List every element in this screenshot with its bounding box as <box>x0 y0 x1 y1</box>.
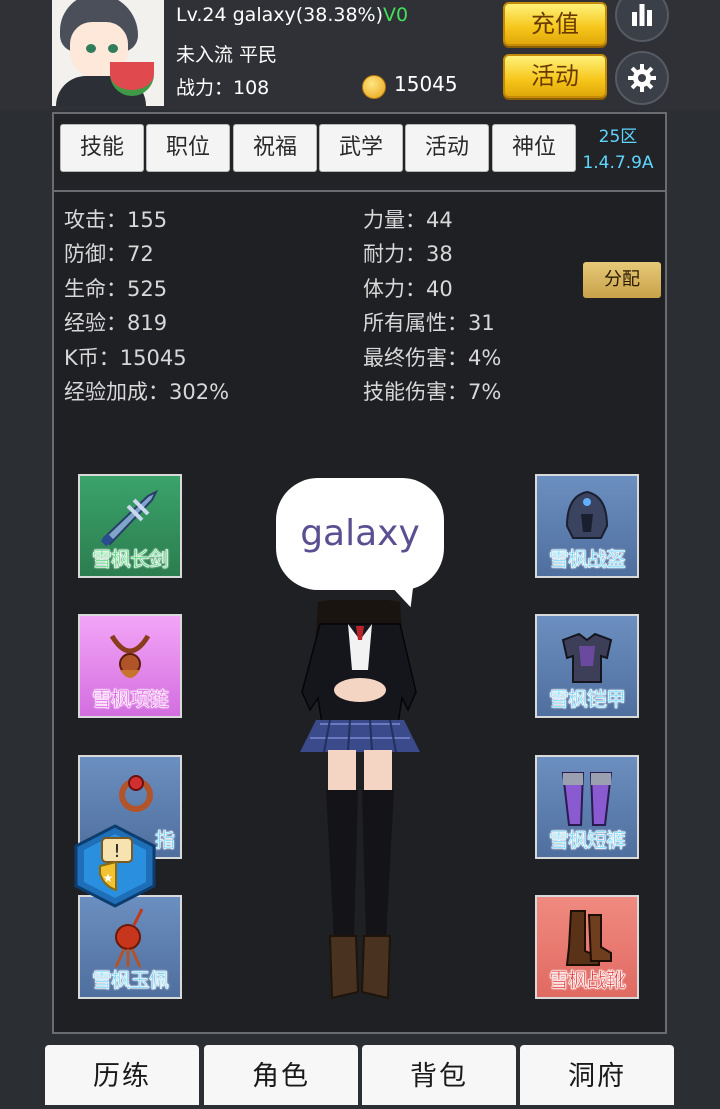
rank-line: 未入流 平民 <box>176 44 278 66</box>
equip-name: 雪枫项链 <box>92 687 170 712</box>
nav-character[interactable]: 角色 <box>204 1045 358 1105</box>
boots-icon <box>565 910 612 966</box>
stat-all-attr: 所有属性：31 <box>363 311 495 335</box>
equip-name: 雪枫战盔 <box>549 547 627 572</box>
armor-icon <box>561 632 613 683</box>
tab-godhood[interactable]: 神位 <box>492 124 576 172</box>
ring-icon <box>119 775 153 812</box>
leg-guards-icon <box>561 772 613 826</box>
svg-text:★: ★ <box>103 871 114 885</box>
equip-slot-pants[interactable]: 雪枫短裤 <box>535 755 639 859</box>
stat-hp: 生命：525 <box>64 277 168 301</box>
level-text: Lv.24 galaxy(38.38%) <box>176 4 383 26</box>
coin-balance: 15045 <box>394 72 458 96</box>
vip-level: V0 <box>383 4 409 26</box>
necklace-icon <box>109 634 151 678</box>
stat-defense: 防御：72 <box>64 242 154 266</box>
equip-slot-weapon[interactable]: 雪枫长剑 <box>78 474 182 578</box>
nav-inventory[interactable]: 背包 <box>362 1045 516 1105</box>
tab-blessing[interactable]: 祝福 <box>233 124 317 172</box>
power-line: 战力：108 <box>176 77 270 99</box>
character-model <box>300 600 420 1000</box>
stat-final-damage: 最终伤害：4% <box>363 346 502 370</box>
gear-icon <box>628 64 656 92</box>
events-button[interactable]: 活动 <box>503 54 607 98</box>
svg-text:!: ! <box>113 841 120 862</box>
stat-exp: 经验：819 <box>64 311 168 335</box>
server-info: 25区 1.4.7.9A <box>574 124 662 176</box>
quest-badge-icon[interactable]: ! ★ <box>72 824 158 908</box>
equip-slot-necklace[interactable]: 雪枫项链 <box>78 614 182 718</box>
stat-strength: 力量：44 <box>363 208 453 232</box>
game-version: 1.4.7.9A <box>582 153 654 173</box>
equip-name: 雪枫长剑 <box>92 547 170 572</box>
recharge-button[interactable]: 充值 <box>503 2 607 46</box>
player-header: Lv.24 galaxy(38.38%)V0 未入流 平民 战力：108 150… <box>0 0 720 110</box>
equip-name: 雪枫战靴 <box>549 968 627 993</box>
player-avatar[interactable] <box>52 0 164 106</box>
server-zone: 25区 <box>598 127 638 147</box>
avatar-eye <box>108 44 118 53</box>
speech-bubble: galaxy <box>276 478 444 590</box>
equip-slot-helmet[interactable]: 雪枫战盔 <box>535 474 639 578</box>
level-line: Lv.24 galaxy(38.38%)V0 <box>176 4 408 26</box>
coin-icon <box>362 75 386 99</box>
tab-martial[interactable]: 武学 <box>319 124 403 172</box>
ranking-button[interactable] <box>615 0 669 42</box>
stat-attack: 攻击：155 <box>64 208 168 232</box>
equip-name: 雪枫铠甲 <box>549 687 627 712</box>
stat-kcoin: K币：15045 <box>64 346 187 370</box>
stat-stamina: 体力：40 <box>363 277 453 301</box>
equip-slot-pendant[interactable]: 雪枫玉佩 <box>78 895 182 999</box>
assign-points-button[interactable]: 分配 <box>583 262 661 298</box>
bar-chart-icon <box>632 4 652 26</box>
sword-icon <box>100 489 159 547</box>
stat-exp-bonus: 经验加成：302% <box>64 380 230 404</box>
jade-pendant-icon <box>114 908 144 968</box>
settings-button[interactable] <box>615 51 669 105</box>
equip-name: 雪枫短裤 <box>549 828 627 853</box>
equip-slot-boots[interactable]: 雪枫战靴 <box>535 895 639 999</box>
function-tabs: 技能 职位 祝福 武学 活动 神位 25区 1.4.7.9A <box>54 114 665 192</box>
equip-name: 雪枫玉佩 <box>92 968 170 993</box>
stat-skill-damage: 技能伤害：7% <box>363 380 502 404</box>
equip-slot-armor[interactable]: 雪枫铠甲 <box>535 614 639 718</box>
nav-cave[interactable]: 洞府 <box>520 1045 674 1105</box>
tab-activity[interactable]: 活动 <box>405 124 489 172</box>
helmet-icon <box>565 490 609 539</box>
avatar-eye <box>86 44 96 53</box>
stat-endurance: 耐力：38 <box>363 242 453 266</box>
tab-position[interactable]: 职位 <box>146 124 230 172</box>
tab-skills[interactable]: 技能 <box>60 124 144 172</box>
nav-training[interactable]: 历练 <box>45 1045 199 1105</box>
